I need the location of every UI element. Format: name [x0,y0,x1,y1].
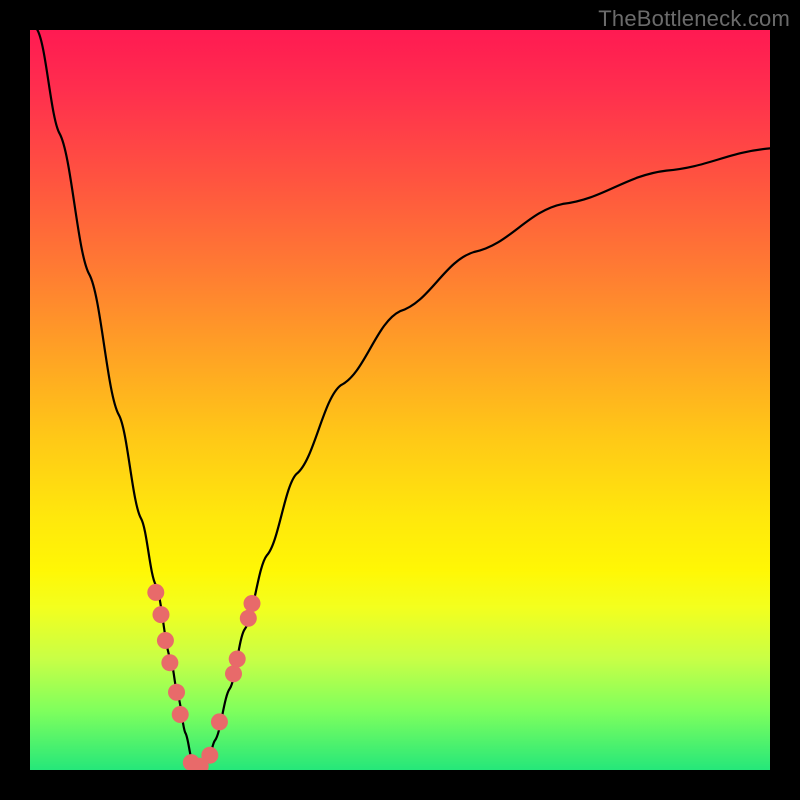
chart-svg [30,30,770,770]
marker-dot [152,606,169,623]
bottleneck-curve [37,30,770,766]
marker-dot [211,713,228,730]
chart-plot-area [30,30,770,770]
marker-dot [229,651,246,668]
marker-dot [147,584,164,601]
marker-dot [168,684,185,701]
marker-dot [157,632,174,649]
watermark-text: TheBottleneck.com [598,6,790,32]
marker-dot [225,665,242,682]
marker-dot [172,706,189,723]
marker-dot [240,610,257,627]
marker-dot [201,747,218,764]
marker-dot [161,654,178,671]
marker-group [147,584,260,770]
marker-dot [244,595,261,612]
